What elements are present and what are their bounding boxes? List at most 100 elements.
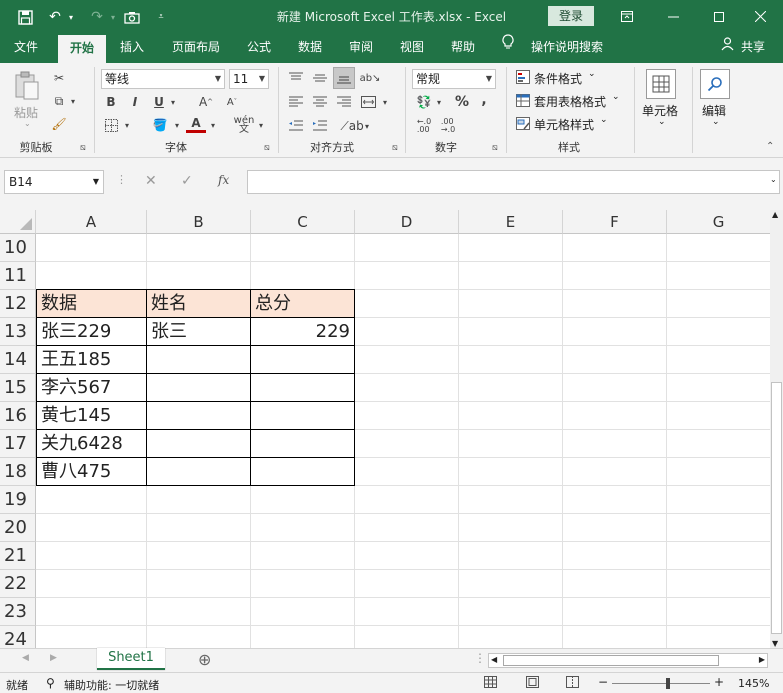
underline-dropdown-icon[interactable]: ▾ (168, 93, 178, 111)
alignment-launcher-icon[interactable]: ⧅ (392, 143, 398, 153)
formula-bar-grip-icon[interactable]: ⋮ (116, 173, 127, 186)
cell-b12[interactable]: 姓名 (147, 290, 250, 318)
paste-dropdown-icon[interactable]: ⌄ (24, 119, 31, 128)
scroll-down-icon[interactable]: ▼ (772, 639, 778, 648)
cell-c12[interactable]: 总分 (251, 290, 354, 318)
font-name-combo[interactable]: 等线 ▼ (101, 69, 225, 89)
scroll-left-icon[interactable]: ◀ (491, 655, 497, 664)
zoom-slider-thumb[interactable] (666, 678, 670, 689)
phonetic-dropdown-icon[interactable]: ▾ (256, 116, 266, 134)
tab-insert[interactable]: 插入 (112, 33, 152, 63)
page-break-view-icon[interactable] (566, 676, 579, 691)
cells-icon[interactable] (646, 69, 676, 99)
copy-dropdown-icon[interactable]: ▾ (68, 92, 78, 110)
increase-font-icon[interactable]: A ^ (196, 93, 216, 111)
cell-b14[interactable] (147, 346, 250, 374)
bold-button[interactable]: B (102, 93, 120, 111)
vertical-scroll-thumb[interactable] (771, 382, 782, 634)
vertical-scrollbar[interactable]: ▲ ▼ (770, 210, 783, 648)
cell-b17[interactable] (147, 430, 250, 458)
tab-file[interactable]: 文件 (4, 33, 48, 63)
cell-c14[interactable] (251, 346, 354, 374)
page-layout-view-icon[interactable] (526, 676, 539, 691)
align-center-icon[interactable] (310, 92, 330, 112)
format-as-table-icon[interactable] (514, 91, 532, 109)
worksheet-grid[interactable]: A B C D E F G 10 11 12 13 14 15 16 17 18… (0, 210, 770, 648)
ribbon-display-options-icon[interactable] (604, 0, 650, 33)
next-sheet-icon[interactable]: ▶ (50, 653, 57, 663)
accounting-format-icon[interactable]: 💱 (414, 93, 434, 111)
increase-decimal-icon[interactable]: ←.0.00 (414, 116, 434, 136)
sheet-bar-grip-icon[interactable]: ⋮ (474, 651, 486, 665)
prev-sheet-icon[interactable]: ◀ (22, 653, 29, 663)
format-as-table-button[interactable]: 套用表格格式 (534, 93, 606, 110)
merge-dropdown-icon[interactable]: ▾ (380, 92, 390, 112)
share-person-icon[interactable] (718, 33, 736, 63)
format-painter-icon[interactable]: 🖌 (50, 115, 68, 133)
conditional-format-dropdown-icon[interactable]: ⌄ (588, 69, 596, 79)
align-right-icon[interactable] (334, 92, 354, 112)
decrease-font-icon[interactable]: Aˇ (222, 93, 242, 111)
orientation-dropdown-icon[interactable]: ▾ (362, 116, 372, 136)
cell-a14[interactable]: 王五185 (37, 346, 146, 374)
name-box-dropdown-icon[interactable]: ▼ (93, 171, 99, 193)
insert-function-icon[interactable]: fx (218, 173, 229, 187)
phonetic-guide-icon[interactable]: wén 文 (232, 115, 256, 135)
underline-button[interactable]: U (150, 93, 168, 111)
cell-c17[interactable] (251, 430, 354, 458)
horizontal-scroll-thumb[interactable] (503, 655, 719, 666)
tab-data[interactable]: 数据 (290, 33, 330, 63)
format-as-table-dropdown-icon[interactable]: ⌄ (612, 92, 620, 102)
cell-c18[interactable] (251, 458, 354, 486)
tell-me-search[interactable]: 操作说明搜索 (526, 33, 608, 63)
font-name-dropdown-icon[interactable]: ▼ (215, 70, 221, 88)
confirm-entry-icon[interactable]: ✓ (181, 173, 193, 189)
font-color-icon[interactable]: A (186, 115, 206, 133)
share-button[interactable]: 共享 (738, 33, 768, 63)
zoom-out-button[interactable]: − (598, 675, 608, 689)
align-left-icon[interactable] (286, 92, 306, 112)
cell-b15[interactable] (147, 374, 250, 402)
cell-c15[interactable] (251, 374, 354, 402)
conditional-format-button[interactable]: 条件格式 (534, 70, 582, 87)
cell-b13[interactable]: 张三 (147, 318, 250, 346)
cell-a18[interactable]: 曹八475 (37, 458, 146, 486)
zoom-level[interactable]: 145% (738, 677, 769, 690)
accessibility-icon[interactable]: ⚲ (46, 676, 55, 690)
scroll-right-icon[interactable]: ▶ (759, 655, 765, 664)
text-direction-icon[interactable]: ab↘ (360, 68, 381, 88)
minimize-button[interactable] (650, 0, 696, 33)
formula-input[interactable] (247, 170, 780, 194)
cells-dropdown-icon[interactable]: ⌄ (658, 117, 666, 127)
fill-color-dropdown-icon[interactable]: ▾ (172, 116, 182, 134)
number-format-combo[interactable]: 常规 ▼ (412, 69, 496, 89)
zoom-slider-track[interactable] (612, 683, 710, 684)
cell-styles-dropdown-icon[interactable]: ⌄ (600, 115, 608, 125)
cell-c13[interactable]: 229 (251, 318, 354, 346)
accounting-dropdown-icon[interactable]: ▾ (434, 93, 444, 111)
italic-button[interactable]: I (126, 93, 144, 111)
name-box[interactable]: B14 ▼ (4, 170, 104, 194)
search-icon[interactable] (700, 69, 730, 99)
scroll-up-icon[interactable]: ▲ (772, 210, 778, 219)
tab-view[interactable]: 视图 (392, 33, 432, 63)
number-launcher-icon[interactable]: ⧅ (492, 143, 498, 153)
cut-icon[interactable]: ✂ (50, 69, 68, 87)
maximize-button[interactable] (696, 0, 742, 33)
orientation-icon[interactable]: ⟋ab (340, 116, 363, 136)
font-launcher-icon[interactable]: ⧅ (264, 143, 270, 153)
cell-styles-button[interactable]: 单元格样式 (534, 116, 594, 133)
merge-center-icon[interactable] (358, 92, 378, 112)
cell-a12[interactable]: 数据 (37, 290, 146, 318)
borders-dropdown-icon[interactable]: ▾ (122, 116, 132, 134)
decrease-indent-icon[interactable] (286, 116, 306, 136)
font-size-dropdown-icon[interactable]: ▼ (259, 70, 265, 88)
clipboard-launcher-icon[interactable]: ⧅ (80, 143, 86, 153)
cell-a16[interactable]: 黄七145 (37, 402, 146, 430)
tab-page-layout[interactable]: 页面布局 (164, 33, 228, 63)
conditional-format-icon[interactable] (514, 68, 532, 86)
login-button[interactable]: 登录 (548, 6, 594, 26)
align-middle-icon[interactable] (310, 68, 330, 88)
align-bottom-icon[interactable] (333, 67, 355, 89)
zoom-in-button[interactable]: + (714, 675, 724, 689)
